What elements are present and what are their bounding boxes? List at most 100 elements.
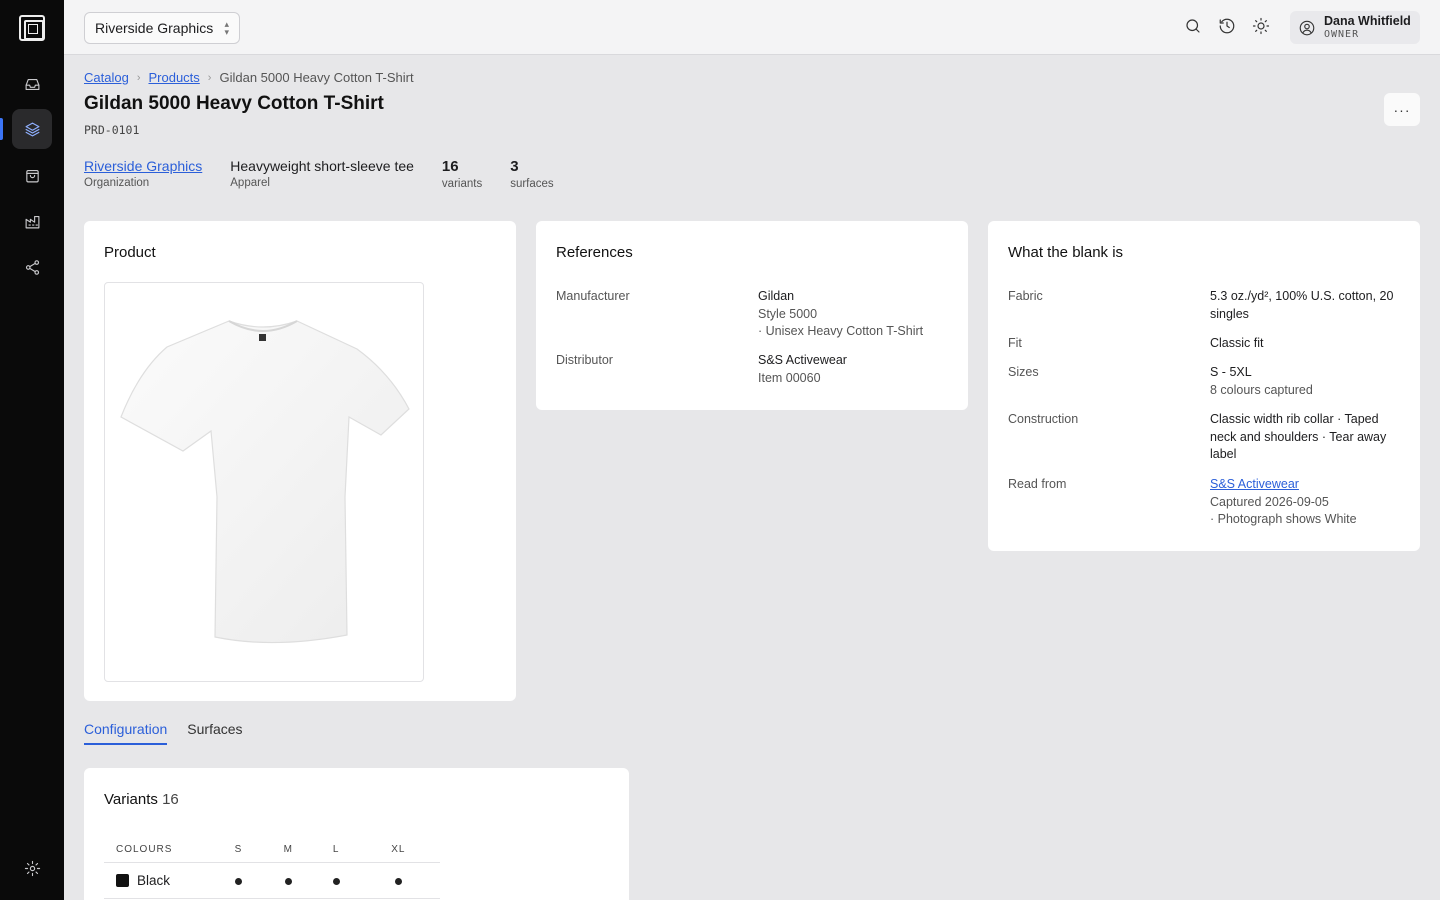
table-row[interactable]: Black <box>104 862 440 899</box>
construction-label: Construction <box>1008 412 1079 426</box>
distributor-name: S&S Activewear <box>758 353 847 367</box>
distributor-item: Item 00060 <box>758 370 821 385</box>
variant-cell-s[interactable] <box>216 862 261 899</box>
stat-label: surfaces <box>510 178 554 190</box>
active-nav-marker <box>0 118 3 140</box>
top-actions <box>1184 17 1270 35</box>
column-header-l: L <box>315 838 357 863</box>
tab-surfaces[interactable]: Surfaces <box>187 721 242 745</box>
variants-card-title: Variants 16 <box>104 791 179 808</box>
fabric-label: Fabric <box>1008 289 1043 303</box>
colour-cell: Black <box>104 862 216 899</box>
captured-date: Captured 2026-09-05 <box>1210 494 1329 509</box>
colour-name: Black <box>137 872 171 888</box>
variant-cell-l[interactable] <box>315 862 357 899</box>
chevron-right-icon: › <box>136 71 141 84</box>
distributor-row: Distributor S&S Activewear Item 00060 <box>556 352 948 387</box>
stat-variants: 16 variants <box>442 158 482 190</box>
stat-label: variants <box>441 178 483 190</box>
read-from-label: Read from <box>1008 477 1067 491</box>
variant-available-dot <box>234 877 242 885</box>
layers-icon[interactable] <box>12 109 52 149</box>
read-from-row: Read from S&S Activewear Captured 2026-0… <box>1008 476 1400 529</box>
column-header-xl: XL <box>356 838 440 863</box>
sizes-colours-captured: 8 colours captured <box>1210 382 1313 397</box>
column-header-s: S <box>216 838 261 863</box>
fit-value: Classic fit <box>1210 336 1264 350</box>
product-card: Product <box>84 221 516 701</box>
manufacturer-product-name: · Unisex Heavy Cotton T-Shirt <box>758 324 924 338</box>
stat-surfaces: 3 surfaces <box>510 158 553 190</box>
variants-title: Variants <box>104 791 158 808</box>
distributor-label: Distributor <box>556 353 613 367</box>
stat-label: Apparel <box>230 177 270 189</box>
stat-value: Heavyweight short-sleeve tee <box>230 158 414 174</box>
user-name: Dana Whitfield <box>1324 13 1411 28</box>
chevron-up-down-icon: ▴ ▾ <box>224 19 229 37</box>
user-menu-button[interactable]: Dana Whitfield OWNER <box>1290 11 1420 44</box>
manufacturer-style: Style 5000 <box>758 306 818 321</box>
references-card: References Manufacturer Gildan Style 500… <box>536 221 968 410</box>
colour-swatch <box>116 873 129 887</box>
share-icon[interactable] <box>12 247 52 287</box>
search-icon[interactable] <box>1184 17 1202 35</box>
product-sku: PRD-0101 <box>84 123 140 137</box>
fit-label: Fit <box>1008 336 1022 350</box>
tshirt-image <box>120 320 410 644</box>
fit-row: Fit Classic fit <box>1008 335 1400 353</box>
tab-configuration[interactable]: Configuration <box>84 721 168 745</box>
history-icon[interactable] <box>1218 17 1236 35</box>
fabric-value: 5.3 oz./yd², 100% U.S. cotton, 20 single… <box>1210 289 1394 321</box>
fabric-row: Fabric 5.3 oz./yd², 100% U.S. cotton, 20… <box>1008 288 1400 323</box>
references-card-title: References <box>556 244 633 261</box>
sizes-row: Sizes S - 5XL 8 colours captured <box>1008 364 1400 399</box>
product-card-title: Product <box>104 244 156 261</box>
breadcrumb-catalog-link[interactable]: Catalog <box>84 70 129 85</box>
theme-sun-icon[interactable] <box>1252 17 1270 35</box>
stat-value: 16 <box>441 158 459 175</box>
blank-details-card: What the blank is Fabric 5.3 oz./yd², 10… <box>988 221 1420 551</box>
organization-link[interactable]: Riverside Graphics <box>84 158 202 174</box>
app-logo-icon[interactable] <box>19 15 45 41</box>
variant-cell-xl[interactable] <box>356 862 440 899</box>
breadcrumb-products-link[interactable]: Products <box>148 70 199 85</box>
column-header-m: M <box>260 838 316 863</box>
table-header-row: COLOURS S M L XL <box>104 838 440 863</box>
variants-card: Variants 16 COLOURS S M L XL Black <box>84 768 629 900</box>
user-role: OWNER <box>1324 28 1360 40</box>
product-tabs: Configuration Surfaces <box>84 721 243 745</box>
organization-select-label: Riverside Graphics <box>95 20 214 36</box>
photograph-note: · Photograph shows White <box>1210 512 1357 526</box>
blank-card-title: What the blank is <box>1008 244 1124 261</box>
chevron-right-icon: › <box>207 71 212 84</box>
construction-value: Classic width rib collar · Taped neck an… <box>1210 412 1387 461</box>
manufacturer-name: Gildan <box>758 289 795 303</box>
variant-available-dot <box>284 877 292 885</box>
product-image <box>104 282 424 682</box>
stat-organization: Riverside Graphics Organization <box>84 158 202 190</box>
variants-count: 16 <box>162 791 179 808</box>
stat-category: Heavyweight short-sleeve tee Apparel <box>230 158 414 190</box>
organization-select[interactable]: Riverside Graphics ▴ ▾ <box>84 12 240 44</box>
top-bar: Riverside Graphics ▴ ▾ Dana Whitfield OWN… <box>64 0 1440 55</box>
read-from-source-link[interactable]: S&S Activewear <box>1210 476 1400 494</box>
page-title: Gildan 5000 Heavy Cotton T-Shirt <box>84 93 384 114</box>
user-avatar-icon <box>1299 20 1315 35</box>
factory-icon[interactable] <box>12 201 52 241</box>
more-actions-button[interactable]: ··· <box>1384 93 1420 126</box>
construction-row: Construction Classic width rib collar · … <box>1008 411 1400 464</box>
left-rail <box>0 0 64 900</box>
stat-label: Organization <box>84 177 150 189</box>
variant-available-dot <box>394 877 402 885</box>
sizes-value: S - 5XL <box>1210 365 1252 379</box>
product-stats: Riverside Graphics Organization Heavywei… <box>84 158 554 190</box>
settings-gear-icon[interactable] <box>12 848 52 888</box>
variants-table: COLOURS S M L XL Black <box>104 838 440 899</box>
inbox-icon[interactable] <box>12 64 52 104</box>
sizes-label: Sizes <box>1008 365 1039 379</box>
breadcrumb-current: Gildan 5000 Heavy Cotton T-Shirt <box>219 70 414 85</box>
variant-cell-m[interactable] <box>260 862 316 899</box>
manufacturer-row: Manufacturer Gildan Style 5000 · Unisex … <box>556 288 948 341</box>
shopping-bag-icon[interactable] <box>12 155 52 195</box>
breadcrumb: Catalog › Products › Gildan 5000 Heavy C… <box>84 70 414 85</box>
